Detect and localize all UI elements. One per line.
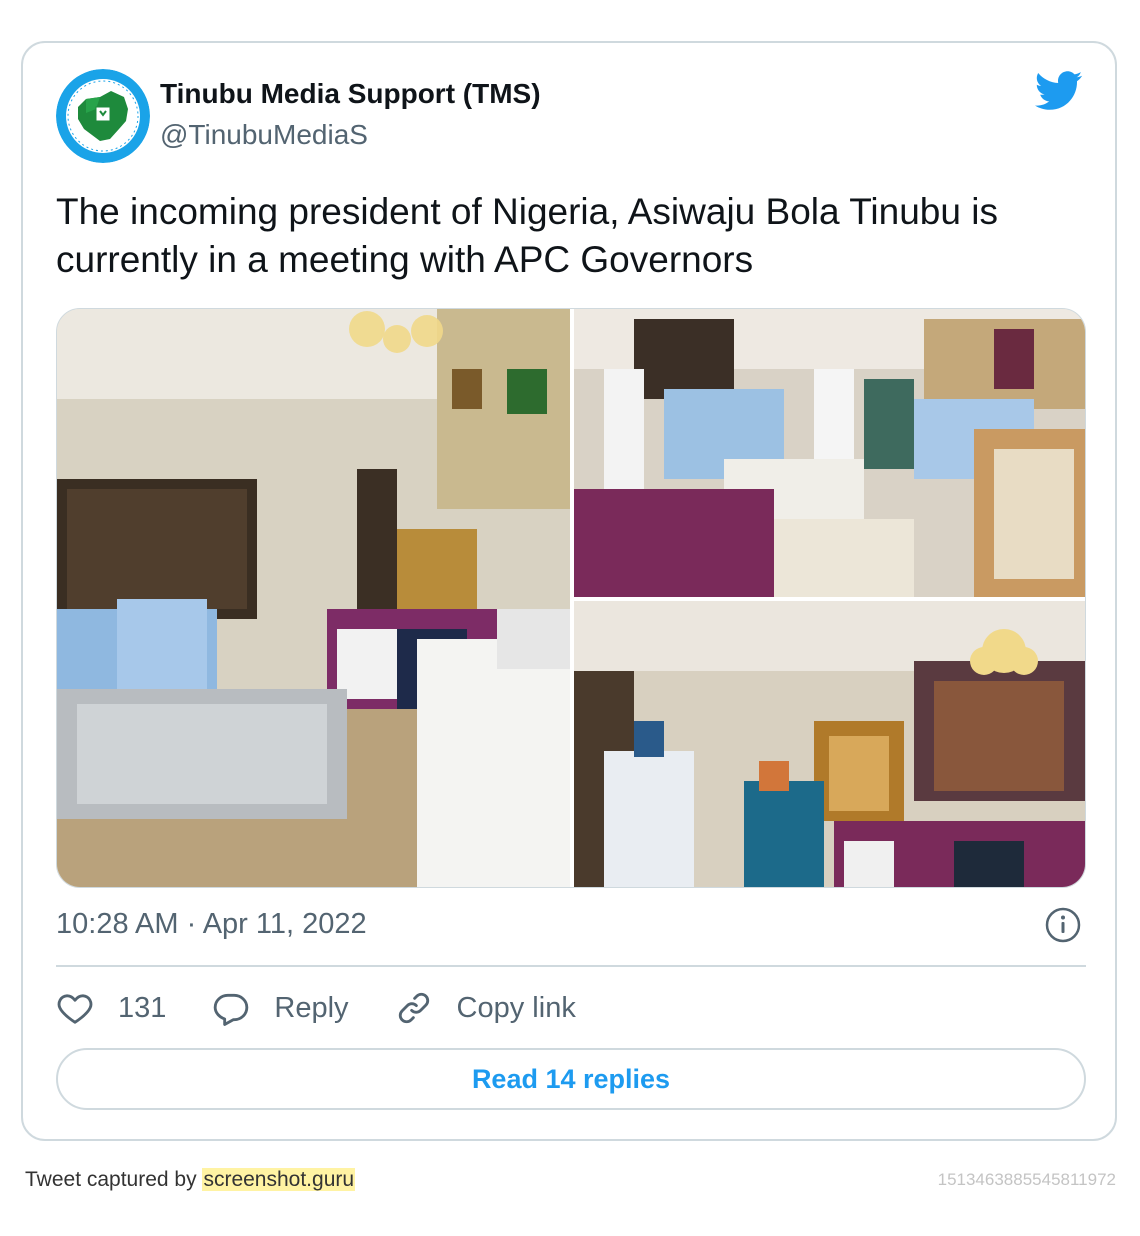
tweet-text: The incoming president of Nigeria, Asiwa… (56, 191, 998, 280)
tweet-photo-2[interactable] (574, 309, 1085, 597)
info-icon[interactable] (1045, 907, 1081, 943)
capture-credit: Tweet captured by screenshot.guru (25, 1168, 356, 1192)
author-name[interactable]: Tinubu Media Support (TMS) (160, 77, 541, 111)
reply-button[interactable]: Reply (212, 989, 349, 1027)
heart-icon (57, 994, 93, 1024)
divider (56, 965, 1086, 967)
like-count: 131 (118, 991, 167, 1024)
capture-credit-text: Tweet captured by (25, 1168, 197, 1191)
reply-bubble-icon (214, 993, 249, 1026)
tweet-card: Tinubu Media Support (TMS) @TinubuMediaS… (21, 41, 1117, 1141)
link-icon (398, 992, 429, 1024)
reply-label: Reply (274, 991, 349, 1024)
tweet-photo-1[interactable] (57, 309, 570, 887)
copy-link-label: Copy link (456, 991, 576, 1024)
tweet-photo-3[interactable] (574, 601, 1085, 887)
twitter-bird-icon[interactable] (1034, 71, 1083, 111)
tweet-id: 1513463885545811972 (937, 1170, 1116, 1189)
tweet-timestamp[interactable]: 10:28 AM · Apr 11, 2022 (56, 907, 367, 941)
tweet-actions: 131 Reply Copy link (56, 983, 622, 1033)
author-avatar[interactable] (56, 69, 150, 163)
nigeria-map-emblem-icon (56, 69, 150, 163)
read-replies-button[interactable]: Read 14 replies (56, 1048, 1086, 1110)
like-button[interactable]: 131 (56, 989, 166, 1027)
capture-site-link[interactable]: screenshot.guru (202, 1168, 356, 1191)
author-handle[interactable]: @TinubuMediaS (160, 118, 368, 152)
copy-link-button[interactable]: Copy link (395, 989, 576, 1027)
tweet-media-grid (56, 308, 1086, 888)
